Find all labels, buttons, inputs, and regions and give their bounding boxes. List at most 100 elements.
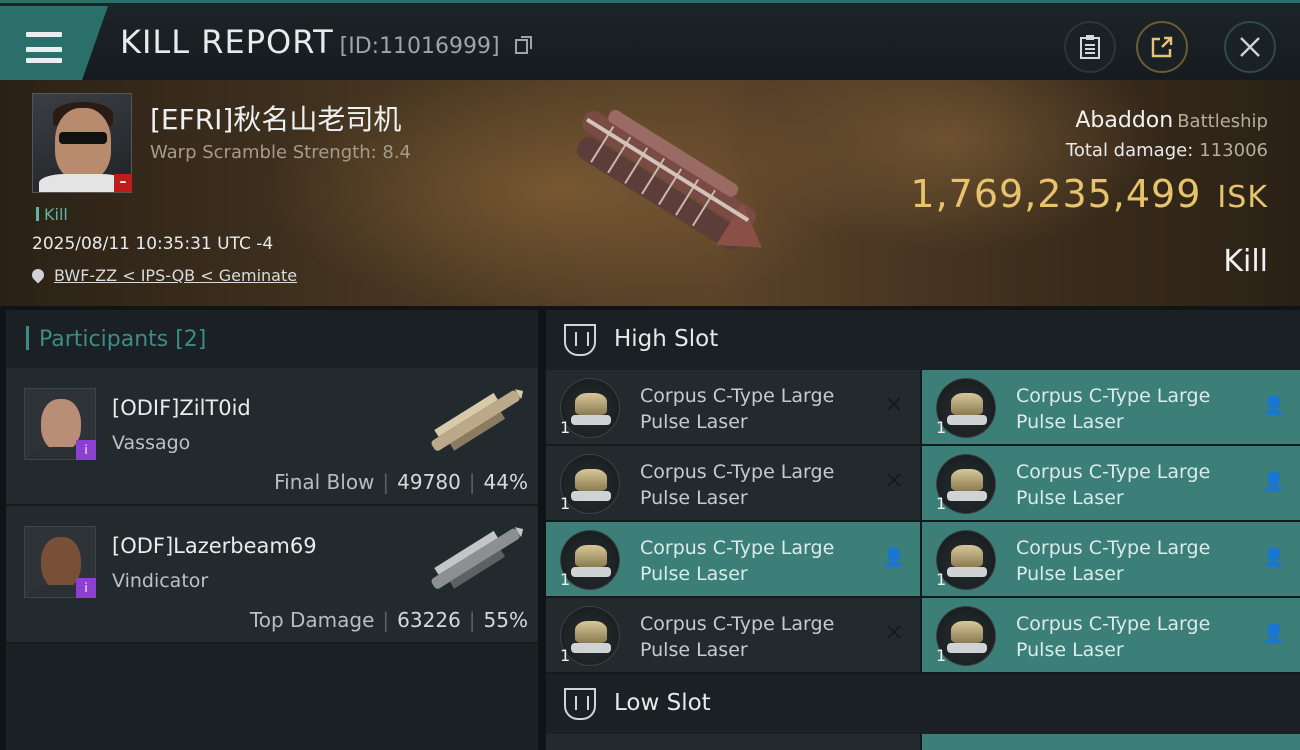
module-name-line2: Pulse Laser <box>640 639 748 661</box>
module-slot[interactable] <box>922 734 1300 750</box>
corp-badge-icon: i <box>76 440 96 460</box>
participant-name[interactable]: [ODIF]ZilT0id <box>112 396 251 420</box>
module-name-line1: Corpus C-Type Large <box>1016 385 1211 407</box>
module-quantity: 1 <box>560 570 571 589</box>
isk-amount: 1,769,235,499 <box>910 172 1202 216</box>
destroyed-icon: ✕ <box>884 393 904 418</box>
module-slot[interactable] <box>546 734 920 750</box>
destroyed-icon: ✕ <box>884 469 904 494</box>
module-name-line2: Pulse Laser <box>640 563 748 585</box>
participant-stats: Top Damage | 63226 | 55% <box>249 608 528 632</box>
participant-damage: 63226 <box>397 608 461 632</box>
module-name-line1: Corpus C-Type Large <box>1016 461 1211 483</box>
module-name-line2: Pulse Laser <box>1016 411 1124 433</box>
module-slot[interactable]: 1 Corpus C-Type Large Pulse Laser ✕ <box>546 598 920 672</box>
module-name[interactable]: Corpus C-Type Large Pulse Laser <box>1016 535 1246 587</box>
module-name[interactable]: Corpus C-Type Large Pulse Laser <box>1016 383 1246 435</box>
pilot-icon: 👤 <box>1262 471 1286 492</box>
participant-ship-image <box>431 389 524 451</box>
victim-banner: – [EFRI]秋名山老司机 Warp Scramble Strength: 8… <box>0 80 1300 306</box>
clipboard-button[interactable] <box>1064 21 1116 73</box>
participant-row[interactable]: i [ODF]Lazerbeam69 Vindicator Top Damage… <box>6 506 538 644</box>
low-slot-title: Low Slot <box>614 690 711 716</box>
participant-percent: 55% <box>483 608 528 632</box>
participant-face <box>41 399 81 451</box>
close-button[interactable] <box>1224 21 1276 73</box>
module-name[interactable]: Corpus C-Type Large Pulse Laser <box>640 535 870 587</box>
participant-role: Final Blow <box>274 470 375 494</box>
corp-badge-icon: i <box>76 578 96 598</box>
kill-datetime: 2025/08/11 10:35:31 UTC -4 <box>32 234 274 254</box>
module-slot[interactable]: 1 Corpus C-Type Large Pulse Laser 👤 <box>922 522 1300 596</box>
share-icon <box>1151 36 1173 58</box>
high-slot-title: High Slot <box>614 326 719 352</box>
high-slot-icon <box>564 324 596 356</box>
victim-name[interactable]: [EFRI]秋名山老司机 <box>150 98 401 138</box>
module-slot[interactable]: 1 Corpus C-Type Large Pulse Laser 👤 <box>922 446 1300 520</box>
module-quantity: 1 <box>936 570 947 589</box>
module-slot[interactable]: 1 Corpus C-Type Large Pulse Laser ✕ <box>546 370 920 444</box>
module-name-line2: Pulse Laser <box>1016 487 1124 509</box>
participant-ship-image <box>431 527 524 589</box>
kill-tag: Kill <box>36 205 68 224</box>
participant-face <box>41 537 81 589</box>
copy-icon[interactable] <box>514 35 533 55</box>
total-damage-label: Total damage: <box>1065 140 1194 161</box>
pilot-icon: 👤 <box>882 547 906 568</box>
warp-scramble-strength: Warp Scramble Strength: 8.4 <box>150 142 412 163</box>
participants-title[interactable]: Participants [2] <box>6 310 538 368</box>
module-quantity: 1 <box>936 646 947 665</box>
clipboard-icon <box>1080 35 1100 59</box>
participant-ship: Vassago <box>112 432 191 454</box>
report-id: [ID:11016999] <box>339 34 500 59</box>
module-name-line1: Corpus C-Type Large <box>640 461 835 483</box>
module-name[interactable]: Corpus C-Type Large Pulse Laser <box>640 383 870 435</box>
kill-location[interactable]: BWF-ZZ < IPS-QB < Geminate <box>29 266 297 285</box>
module-slot[interactable]: 1 Corpus C-Type Large Pulse Laser 👤 <box>922 598 1300 672</box>
module-quantity: 1 <box>560 418 571 437</box>
module-name[interactable]: Corpus C-Type Large Pulse Laser <box>640 459 870 511</box>
module-name[interactable]: Corpus C-Type Large Pulse Laser <box>640 611 870 663</box>
close-icon <box>1240 37 1260 57</box>
share-button[interactable] <box>1136 21 1188 73</box>
menu-icon <box>26 28 62 69</box>
participant-ship: Vindicator <box>112 570 209 592</box>
pilot-icon: 👤 <box>1262 395 1286 416</box>
participant-role: Top Damage <box>249 608 375 632</box>
module-quantity: 1 <box>936 494 947 513</box>
low-slot-header: Low Slot <box>546 674 1300 734</box>
fitting-panel: High Slot 1 Corpus C-Type Large Pulse Lase… <box>546 310 1300 750</box>
victim-ship-name: Abaddon Battleship <box>1075 108 1268 133</box>
module-slot[interactable]: 1 Corpus C-Type Large Pulse Laser ✕ <box>546 446 920 520</box>
module-quantity: 1 <box>936 418 947 437</box>
participant-name[interactable]: [ODF]Lazerbeam69 <box>112 534 317 558</box>
module-name-line2: Pulse Laser <box>640 411 748 433</box>
high-slot-header: High Slot <box>546 310 1300 370</box>
low-slot-grid <box>546 734 1300 750</box>
participant-row[interactable]: i [ODIF]ZilT0id Vassago Final Blow | 49780… <box>6 368 538 506</box>
menu-button[interactable] <box>0 6 108 80</box>
participant-stats: Final Blow | 49780 | 44% <box>274 470 528 494</box>
module-name[interactable]: Corpus C-Type Large Pulse Laser <box>1016 611 1246 663</box>
module-name-line1: Corpus C-Type Large <box>640 613 835 635</box>
module-name-line1: Corpus C-Type Large <box>1016 613 1211 635</box>
page-title: KILL REPORT [ID:11016999] <box>120 23 533 61</box>
participant-percent: 44% <box>483 470 528 494</box>
pilot-icon: 👤 <box>1262 547 1286 568</box>
destroyed-icon: ✕ <box>884 621 904 646</box>
module-name-line1: Corpus C-Type Large <box>640 537 835 559</box>
module-name-line2: Pulse Laser <box>1016 639 1124 661</box>
location-link[interactable]: BWF-ZZ < IPS-QB < Geminate <box>54 266 297 285</box>
victim-ship-image <box>576 109 762 251</box>
module-name-line1: Corpus C-Type Large <box>1016 537 1211 559</box>
hostile-badge-icon: – <box>114 174 132 192</box>
ship-class: Battleship <box>1177 111 1268 132</box>
isk-unit: ISK <box>1217 180 1268 215</box>
high-slot-grid: 1 Corpus C-Type Large Pulse Laser ✕ 1 Corpus … <box>546 370 1300 672</box>
participant-damage: 49780 <box>397 470 461 494</box>
module-slot[interactable]: 1 Corpus C-Type Large Pulse Laser 👤 <box>546 522 920 596</box>
module-name[interactable]: Corpus C-Type Large Pulse Laser <box>1016 459 1246 511</box>
module-slot[interactable]: 1 Corpus C-Type Large Pulse Laser 👤 <box>922 370 1300 444</box>
low-slot-icon <box>564 688 596 720</box>
kill-result: Kill <box>1223 244 1268 279</box>
